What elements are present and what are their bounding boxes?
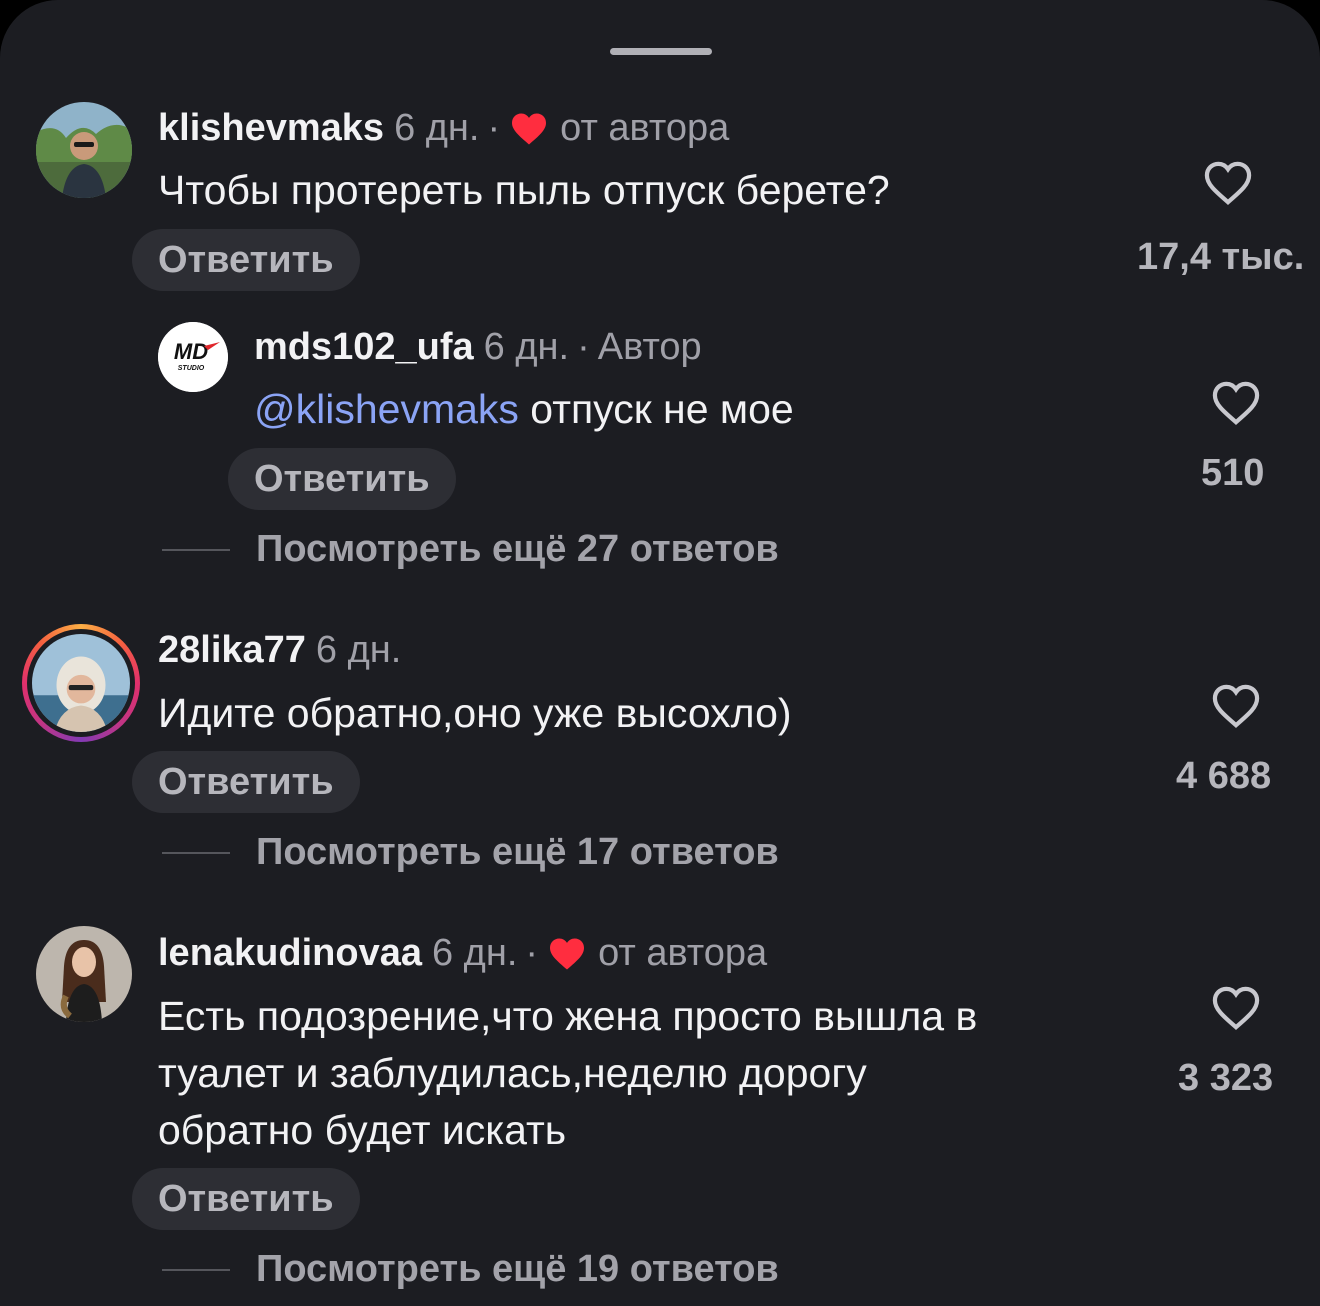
comment-time: 6 дн. — [431, 932, 518, 974]
like-count: 510 — [1201, 452, 1265, 494]
like-count: 17,4 тыс. — [1137, 236, 1305, 278]
sheet-grabber[interactable] — [610, 48, 712, 55]
reply-button[interactable]: Ответить — [132, 1168, 360, 1230]
comment-time: 6 дн. — [394, 107, 480, 149]
reply-button[interactable]: Ответить — [132, 229, 360, 291]
like-count: 4 688 — [1176, 755, 1272, 797]
like-button[interactable] — [1176, 985, 1296, 1031]
heart-filled-icon — [550, 938, 585, 970]
heart-outline-icon — [1212, 986, 1260, 1030]
comment-text: Идите обратно,оно уже высохло) — [158, 690, 792, 736]
comment-text-line-1: Есть подозрение,что жена просто вышла в — [158, 993, 978, 1039]
comment-meta: lenakudinovaa 6 дн. · от автора — [158, 931, 767, 975]
comment-text-line-3: обратно будет искать — [158, 1107, 567, 1153]
divider-line — [162, 1268, 230, 1271]
comment-text: Чтобы протереть пыль отпуск берете? — [158, 167, 890, 213]
like-button[interactable] — [1176, 683, 1296, 729]
username[interactable]: mds102_ufa — [254, 326, 474, 368]
separator-dot: · — [487, 107, 501, 149]
divider-line — [162, 851, 230, 854]
reply-meta: mds102_ufa 6 дн. · Автор — [254, 325, 702, 369]
comment-meta: 28lika77 6 дн. — [158, 628, 401, 672]
view-more-replies[interactable]: Посмотреть ещё 27 ответов — [162, 528, 779, 571]
like-button[interactable] — [1176, 380, 1296, 426]
mention-link[interactable]: @klishevmaks — [254, 386, 519, 432]
story-ring[interactable] — [22, 624, 140, 742]
logo-studio-text: STUDIO — [178, 365, 205, 372]
author-badge: Автор — [597, 326, 702, 368]
username[interactable]: lenakudinovaa — [158, 932, 422, 974]
like-button[interactable] — [1168, 160, 1288, 206]
reply-text: @klishevmaks отпуск не мое — [254, 381, 794, 438]
liked-by-author-label: от автора — [598, 932, 768, 974]
reply-body: отпуск не мое — [518, 386, 794, 432]
username[interactable]: klishevmaks — [158, 107, 384, 149]
separator-dot: · — [525, 932, 539, 974]
comment-time: 6 дн. — [315, 629, 402, 671]
logo-md-text: MD — [174, 339, 208, 364]
heart-filled-icon — [512, 113, 547, 145]
reply-time: 6 дн. — [483, 326, 570, 368]
view-more-replies[interactable]: Посмотреть ещё 17 ответов — [162, 831, 779, 874]
liked-by-author-label: от автора — [560, 107, 730, 149]
view-more-replies[interactable]: Посмотреть ещё 19 ответов — [162, 1248, 779, 1291]
heart-outline-icon — [1212, 381, 1260, 425]
avatar-28lika77 — [32, 634, 130, 732]
heart-outline-icon — [1212, 684, 1260, 728]
separator-dot: · — [577, 326, 590, 368]
comments-sheet: klishevmaks 6 дн. · от автора Чтобы протере… — [0, 0, 1320, 1306]
heart-outline-icon — [1204, 161, 1252, 205]
view-more-label: Посмотреть ещё 19 ответов — [256, 1248, 779, 1290]
view-more-label: Посмотреть ещё 17 ответов — [256, 831, 779, 873]
reply-button[interactable]: Ответить — [228, 448, 456, 510]
avatar-mds102_ufa[interactable]: MD STUDIO — [158, 322, 228, 392]
avatar-klishevmaks[interactable] — [36, 102, 132, 198]
divider-line — [162, 548, 230, 551]
avatar-lenakudinovaa[interactable] — [36, 926, 132, 1022]
comment-text-line-2: туалет и заблудилась,неделю дорогу — [158, 1050, 867, 1096]
comment-meta: klishevmaks 6 дн. · от автора — [158, 106, 729, 150]
view-more-label: Посмотреть ещё 27 ответов — [256, 528, 779, 570]
username[interactable]: 28lika77 — [158, 629, 306, 671]
reply-button[interactable]: Ответить — [132, 751, 360, 813]
like-count: 3 323 — [1178, 1057, 1274, 1099]
